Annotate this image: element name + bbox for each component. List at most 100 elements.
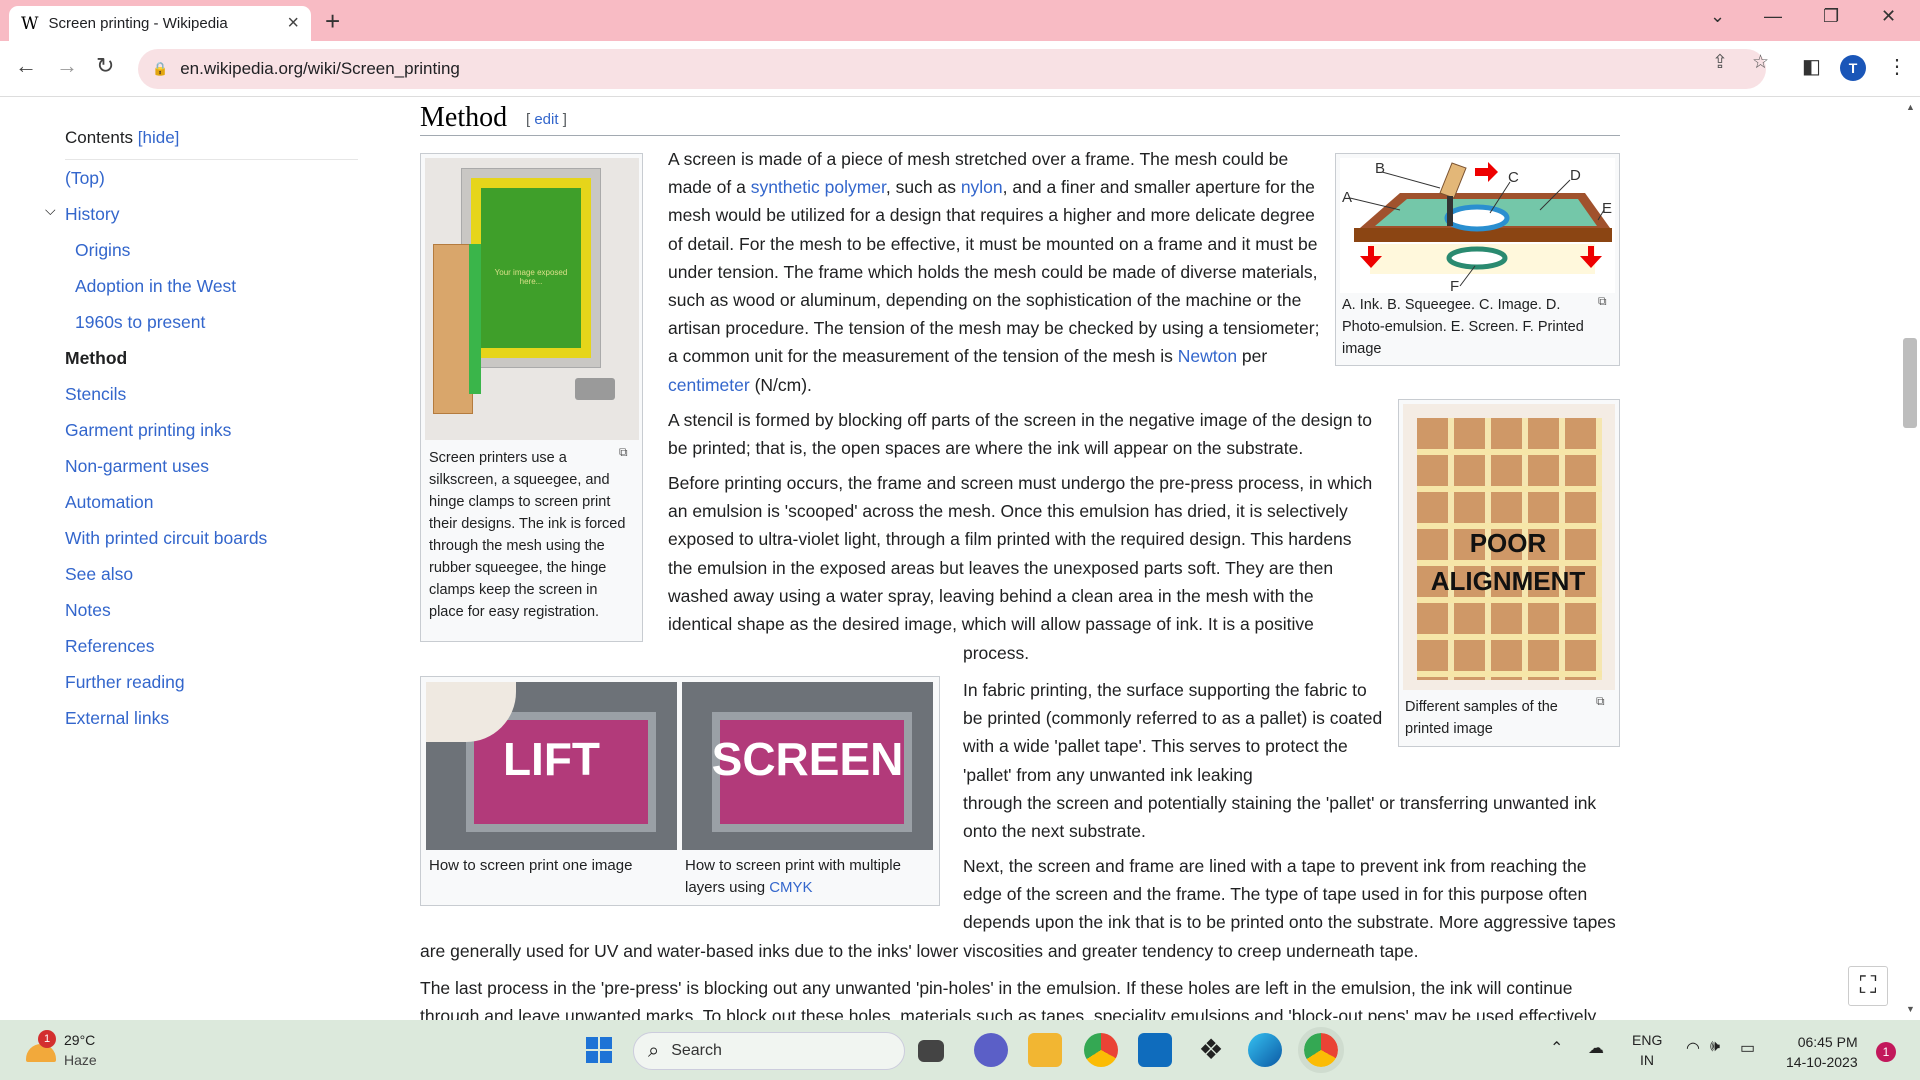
figure-poor-alignment: POOR ALIGNMENT ⧉ Different samples of th…: [1398, 399, 1620, 747]
toc-item-external-links[interactable]: External links: [65, 708, 169, 729]
browser-tab-bar: W Screen printing - Wikipedia × + ⌄ — ❐ …: [0, 0, 1920, 41]
toc-item-further-reading[interactable]: Further reading: [65, 672, 185, 693]
tab-search-chevron-icon[interactable]: ⌄: [1710, 6, 1725, 27]
screen-printing-diagram[interactable]: A B C D E F: [1340, 158, 1615, 293]
lift-animation-image[interactable]: LIFT: [426, 682, 677, 850]
diagram-label-b: B: [1375, 160, 1385, 177]
silkscreen-image[interactable]: Your image exposed here...: [425, 158, 639, 440]
figure-silkscreen: Your image exposed here... ⧉ Screen prin…: [420, 153, 643, 642]
toc-item-garment-printing-inks[interactable]: Garment printing inks: [65, 420, 231, 441]
weather-condition[interactable]: Haze: [64, 1052, 97, 1068]
mail-icon[interactable]: [1138, 1033, 1172, 1067]
reload-icon[interactable]: ↻: [96, 53, 114, 79]
volume-icon[interactable]: 🕪: [1710, 1038, 1720, 1056]
paragraph-mesh: A screen is made of a piece of mesh stre…: [668, 145, 1323, 399]
file-explorer-icon[interactable]: [1028, 1033, 1062, 1067]
dropbox-icon[interactable]: ❖: [1194, 1033, 1228, 1067]
centimeter-link[interactable]: centimeter: [668, 375, 750, 395]
image-caption-overlay: Your image exposed here...: [494, 268, 568, 286]
cmyk-link[interactable]: CMYK: [769, 879, 812, 896]
poor-line2: ALIGNMENT: [1430, 566, 1586, 596]
search-label: Search: [671, 1042, 722, 1059]
synthetic-polymer-link[interactable]: synthetic polymer: [751, 177, 886, 197]
toc-divider: [65, 159, 358, 160]
address-bar[interactable]: 🔒 en.wikipedia.org/wiki/Screen_printing: [138, 49, 1766, 89]
windows-start-icon[interactable]: [582, 1033, 616, 1067]
caption-screen: How to screen print with multiple layers…: [685, 855, 925, 899]
paragraph-tape: Next, the screen and frame are lined wit…: [963, 856, 1616, 933]
url-text[interactable]: en.wikipedia.org/wiki/Screen_printing: [180, 59, 460, 79]
toc-item-history[interactable]: History: [65, 204, 119, 225]
section-heading-method: Method: [420, 102, 508, 133]
bookmark-star-icon[interactable]: ☆: [1752, 51, 1769, 74]
scroll-down-icon[interactable]: ▼: [1906, 1004, 1915, 1014]
toc-item-automation[interactable]: Automation: [65, 492, 154, 513]
edit-label[interactable]: edit: [534, 111, 558, 128]
temperature[interactable]: 29°C: [64, 1032, 95, 1048]
onedrive-icon[interactable]: ☁: [1588, 1038, 1604, 1058]
system-clock[interactable]: 06:45 PM 14-10-2023: [1786, 1032, 1858, 1072]
language-code[interactable]: ENG: [1632, 1032, 1662, 1048]
toc-hide-link[interactable]: [hide]: [138, 128, 180, 147]
diagram-label-e: E: [1602, 200, 1612, 217]
restore-icon[interactable]: ❐: [1823, 6, 1839, 27]
scroll-up-icon[interactable]: ▲: [1906, 102, 1915, 112]
new-tab-icon[interactable]: +: [325, 6, 340, 37]
clock-time: 06:45 PM: [1797, 1034, 1858, 1050]
browser-tab[interactable]: W Screen printing - Wikipedia ×: [9, 6, 311, 41]
lock-icon[interactable]: 🔒: [152, 61, 168, 77]
minimize-icon[interactable]: —: [1764, 6, 1782, 27]
edit-section-link[interactable]: [ edit ]: [526, 111, 567, 128]
toc-item-adoption-in-the-west[interactable]: Adoption in the West: [75, 276, 236, 297]
toc-item-references[interactable]: References: [65, 636, 155, 657]
paragraph-prepress: Before printing occurs, the frame and sc…: [668, 473, 1373, 635]
forward-icon[interactable]: →: [56, 53, 78, 79]
toc-item-1960s-to-present[interactable]: 1960s to present: [75, 312, 205, 333]
share-icon[interactable]: ⇪: [1712, 51, 1728, 74]
chrome-active-icon[interactable]: [1298, 1027, 1344, 1073]
notification-badge[interactable]: 1: [1876, 1042, 1896, 1062]
toc-item-notes[interactable]: Notes: [65, 600, 111, 621]
fullscreen-icon[interactable]: ⛶: [1848, 966, 1888, 1006]
toc-heading-text: Contents: [65, 128, 134, 147]
paragraph-pinholes: The last process in the 'pre-press' is b…: [420, 978, 1597, 1020]
caption-diagram: A. Ink. B. Squeegee. C. Image. D. Photo-…: [1342, 297, 1584, 357]
p1-text-c: , and a finer and smaller aperture for t…: [668, 177, 1320, 367]
wifi-icon[interactable]: ◠: [1686, 1038, 1700, 1058]
toc-item-method[interactable]: Method: [65, 348, 127, 369]
menu-kebab-icon[interactable]: ⋮: [1887, 54, 1907, 79]
profile-avatar[interactable]: T: [1840, 55, 1866, 81]
taskbar-search[interactable]: ⌕ Search: [633, 1032, 905, 1070]
teams-chat-icon[interactable]: [974, 1033, 1008, 1067]
diagram-label-c: C: [1508, 169, 1519, 186]
toc-item-stencils[interactable]: Stencils: [65, 384, 126, 405]
enlarge-icon[interactable]: ⧉: [1596, 694, 1605, 709]
screen-animation-image[interactable]: SCREEN: [682, 682, 933, 850]
back-icon[interactable]: ←: [15, 53, 37, 79]
close-window-icon[interactable]: ✕: [1881, 6, 1896, 27]
chevron-down-icon[interactable]: ⌵: [45, 202, 56, 219]
nylon-link[interactable]: nylon: [961, 177, 1003, 197]
tray-chevron-up-icon[interactable]: ⌃: [1550, 1038, 1563, 1058]
chrome-icon[interactable]: [1084, 1033, 1118, 1067]
battery-icon[interactable]: ▭: [1740, 1038, 1755, 1058]
language-region[interactable]: IN: [1640, 1052, 1654, 1068]
close-tab-icon[interactable]: ×: [287, 12, 299, 35]
edge-icon[interactable]: [1248, 1033, 1282, 1067]
toc-item-top[interactable]: (Top): [65, 168, 105, 189]
weather-widget[interactable]: 1: [22, 1030, 62, 1070]
tab-title: Screen printing - Wikipedia: [48, 15, 228, 32]
toc-item-see-also[interactable]: See also: [65, 564, 133, 585]
toc-item-printed-circuit-boards[interactable]: With printed circuit boards: [65, 528, 267, 549]
scrollbar-thumb[interactable]: [1903, 338, 1917, 428]
p1-text-e: (N/cm).: [749, 374, 812, 395]
toc-item-non-garment-uses[interactable]: Non-garment uses: [65, 456, 209, 477]
poor-alignment-image[interactable]: POOR ALIGNMENT: [1403, 404, 1615, 690]
page-scrollbar[interactable]: [1902, 98, 1920, 1020]
toc-item-origins[interactable]: Origins: [75, 240, 130, 261]
task-view-icon[interactable]: [918, 1040, 944, 1062]
side-panel-icon[interactable]: ◧: [1802, 54, 1821, 79]
newton-link[interactable]: Newton: [1178, 346, 1237, 366]
caption-silkscreen: Screen printers use a silkscreen, a sque…: [429, 450, 626, 620]
figure-screen-print-howto: LIFT SCREEN How to screen print one imag…: [420, 676, 940, 906]
